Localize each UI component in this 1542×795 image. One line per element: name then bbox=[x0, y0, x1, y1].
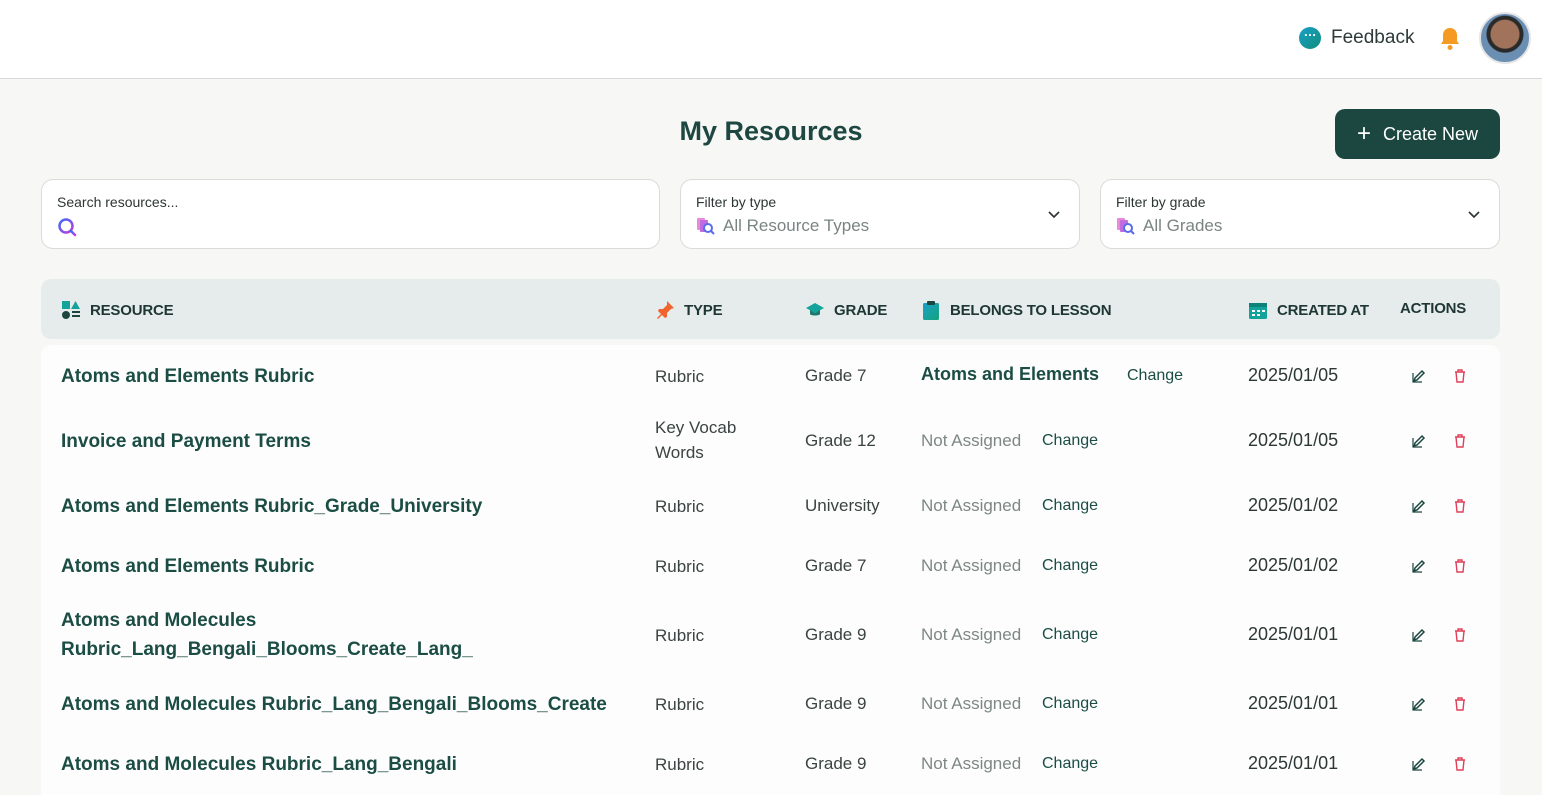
created-date: 2025/01/01 bbox=[1248, 624, 1339, 644]
create-new-label: Create New bbox=[1382, 123, 1479, 144]
created-date: 2025/01/05 bbox=[1248, 430, 1339, 450]
trash-icon[interactable] bbox=[1453, 434, 1467, 448]
type-filter-value: All Resource Types bbox=[723, 216, 870, 235]
resources-table: Atoms and Elements Rubric Rubric Grade 7… bbox=[41, 345, 1500, 795]
resource-type: Key Vocab Words bbox=[655, 418, 737, 462]
filter-search-icon bbox=[697, 218, 715, 235]
column-resource[interactable]: RESOURCE bbox=[61, 300, 174, 320]
table-header: RESOURCE TYPE GRADE BELONGS TO LESSON CR… bbox=[41, 279, 1500, 339]
graduation-cap-icon bbox=[806, 303, 824, 316]
grade-filter[interactable]: Filter by grade All Grades bbox=[1100, 179, 1500, 249]
type-filter[interactable]: Filter by type All Resource Types bbox=[680, 179, 1080, 249]
trash-icon[interactable] bbox=[1453, 697, 1467, 711]
column-actions-label: ACTIONS bbox=[1400, 300, 1467, 317]
column-resource-label: RESOURCE bbox=[90, 301, 174, 319]
lesson-link[interactable]: Atoms and Elements bbox=[921, 364, 1099, 385]
lesson-status: Not Assigned bbox=[921, 496, 1022, 515]
column-grade[interactable]: GRADE bbox=[805, 300, 887, 320]
resource-grade: Grade 9 bbox=[805, 694, 867, 713]
resource-name-link[interactable]: Atoms and Molecules Rubric_Lang_Bengali_… bbox=[61, 690, 607, 719]
chevron-down-icon[interactable] bbox=[1467, 207, 1481, 221]
resource-name-link[interactable]: Atoms and Elements Rubric bbox=[61, 552, 314, 581]
resource-grade: Grade 9 bbox=[805, 625, 867, 644]
trash-icon[interactable] bbox=[1453, 757, 1467, 771]
column-created-label: CREATED AT bbox=[1277, 301, 1369, 319]
change-lesson-button[interactable]: Change bbox=[1127, 367, 1183, 385]
created-date: 2025/01/05 bbox=[1248, 365, 1339, 385]
created-date: 2025/01/01 bbox=[1248, 693, 1339, 713]
resource-grade: Grade 9 bbox=[805, 754, 867, 773]
edit-icon[interactable] bbox=[1412, 499, 1426, 513]
chevron-down-icon[interactable] bbox=[1047, 207, 1061, 221]
column-type-label: TYPE bbox=[684, 301, 723, 319]
resource-grade: Grade 7 bbox=[805, 556, 867, 575]
create-new-button[interactable]: + Create New bbox=[1335, 109, 1500, 159]
edit-icon[interactable] bbox=[1412, 559, 1426, 573]
edit-icon[interactable] bbox=[1412, 757, 1426, 771]
search-label: Search resources... bbox=[57, 194, 179, 210]
resource-type: Rubric bbox=[655, 367, 705, 386]
feedback-button[interactable]: Feedback bbox=[1299, 24, 1415, 49]
column-created[interactable]: CREATED AT bbox=[1248, 300, 1369, 320]
search-icon bbox=[58, 218, 77, 237]
change-lesson-button[interactable]: Change bbox=[1042, 432, 1098, 450]
resource-type: Rubric bbox=[655, 755, 705, 774]
created-date: 2025/01/02 bbox=[1248, 495, 1339, 515]
lesson-status: Not Assigned bbox=[921, 625, 1022, 644]
created-date: 2025/01/02 bbox=[1248, 555, 1339, 575]
column-lesson-label: BELONGS TO LESSON bbox=[950, 301, 1112, 319]
change-lesson-button[interactable]: Change bbox=[1042, 497, 1098, 515]
column-actions: ACTIONS bbox=[1400, 300, 1466, 317]
created-date: 2025/01/01 bbox=[1248, 753, 1339, 773]
shapes-icon bbox=[62, 301, 80, 319]
clipboard-icon bbox=[923, 301, 939, 320]
resource-name-link[interactable]: Atoms and Molecules Rubric_Lang_Bengali bbox=[61, 750, 457, 779]
edit-icon[interactable] bbox=[1412, 434, 1426, 448]
page-title: My Resources bbox=[679, 116, 863, 146]
edit-icon[interactable] bbox=[1412, 628, 1426, 642]
lesson-status: Not Assigned bbox=[921, 431, 1022, 450]
lesson-status: Not Assigned bbox=[921, 556, 1022, 575]
resource-type: Rubric bbox=[655, 497, 705, 516]
resource-name-link[interactable]: Atoms and Elements Rubric bbox=[61, 362, 314, 391]
edit-icon[interactable] bbox=[1412, 697, 1426, 711]
resource-type: Rubric bbox=[655, 695, 705, 714]
search-field[interactable]: Search resources... bbox=[41, 179, 660, 249]
lesson-status: Not Assigned bbox=[921, 694, 1022, 713]
change-lesson-button[interactable]: Change bbox=[1042, 695, 1098, 713]
resource-grade: University bbox=[805, 496, 880, 515]
grade-filter-value: All Grades bbox=[1143, 216, 1223, 235]
column-lesson[interactable]: BELONGS TO LESSON bbox=[921, 300, 1112, 320]
top-bar: Feedback bbox=[0, 0, 1542, 79]
resource-grade: Grade 12 bbox=[805, 431, 876, 450]
pin-icon bbox=[657, 301, 674, 319]
chat-bubble-icon bbox=[1299, 24, 1321, 49]
trash-icon[interactable] bbox=[1453, 499, 1467, 513]
bell-icon[interactable] bbox=[1438, 26, 1462, 52]
grade-filter-label: Filter by grade bbox=[1116, 194, 1206, 210]
edit-icon[interactable] bbox=[1412, 369, 1426, 383]
user-avatar[interactable] bbox=[1479, 12, 1531, 64]
lesson-status: Not Assigned bbox=[921, 754, 1022, 773]
change-lesson-button[interactable]: Change bbox=[1042, 557, 1098, 575]
trash-icon[interactable] bbox=[1453, 559, 1467, 573]
resource-name-link[interactable]: Invoice and Payment Terms bbox=[61, 427, 311, 456]
plus-icon: + bbox=[1356, 120, 1371, 147]
column-grade-label: GRADE bbox=[834, 301, 888, 319]
resource-type: Rubric bbox=[655, 626, 705, 645]
trash-icon[interactable] bbox=[1453, 369, 1467, 383]
change-lesson-button[interactable]: Change bbox=[1042, 626, 1098, 644]
trash-icon[interactable] bbox=[1453, 628, 1467, 642]
filter-search-icon bbox=[1117, 218, 1135, 235]
feedback-label: Feedback bbox=[1331, 27, 1415, 48]
resource-grade: Grade 7 bbox=[805, 366, 867, 385]
calendar-icon bbox=[1249, 303, 1267, 319]
resource-name-link[interactable]: Atoms and Molecules Rubric_Lang_Bengali_… bbox=[61, 606, 501, 664]
resource-name-link[interactable]: Atoms and Elements Rubric_Grade_Universi… bbox=[61, 492, 482, 521]
column-type[interactable]: TYPE bbox=[655, 300, 723, 320]
change-lesson-button[interactable]: Change bbox=[1042, 755, 1098, 773]
type-filter-label: Filter by type bbox=[696, 194, 777, 210]
resource-type: Rubric bbox=[655, 557, 705, 576]
